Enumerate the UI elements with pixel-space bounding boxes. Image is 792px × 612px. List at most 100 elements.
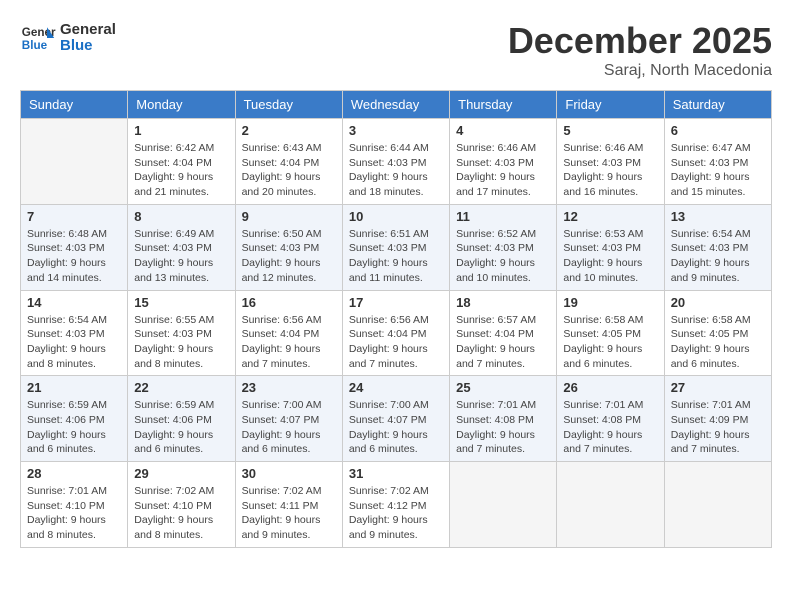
day-info: Sunrise: 6:46 AMSunset: 4:03 PMDaylight:… <box>563 141 657 200</box>
weekday-header-thursday: Thursday <box>450 91 557 119</box>
calendar-cell: 8 Sunrise: 6:49 AMSunset: 4:03 PMDaylight… <box>128 204 235 290</box>
day-info: Sunrise: 6:47 AMSunset: 4:03 PMDaylight:… <box>671 141 765 200</box>
calendar-cell: 9 Sunrise: 6:50 AMSunset: 4:03 PMDaylight… <box>235 204 342 290</box>
day-info: Sunrise: 6:49 AMSunset: 4:03 PMDaylight:… <box>134 227 228 286</box>
day-number: 15 <box>134 295 228 310</box>
calendar-week-row: 7 Sunrise: 6:48 AMSunset: 4:03 PMDaylight… <box>21 204 772 290</box>
day-info: Sunrise: 7:02 AMSunset: 4:12 PMDaylight:… <box>349 484 443 543</box>
day-info: Sunrise: 6:54 AMSunset: 4:03 PMDaylight:… <box>27 313 121 372</box>
day-info: Sunrise: 6:56 AMSunset: 4:04 PMDaylight:… <box>242 313 336 372</box>
day-info: Sunrise: 6:42 AMSunset: 4:04 PMDaylight:… <box>134 141 228 200</box>
day-number: 28 <box>27 466 121 481</box>
day-number: 22 <box>134 380 228 395</box>
calendar-cell: 24 Sunrise: 7:00 AMSunset: 4:07 PMDayligh… <box>342 376 449 462</box>
calendar-week-row: 1 Sunrise: 6:42 AMSunset: 4:04 PMDaylight… <box>21 119 772 205</box>
month-title: December 2025 <box>508 20 772 62</box>
logo-general: General <box>60 22 116 39</box>
day-info: Sunrise: 7:01 AMSunset: 4:08 PMDaylight:… <box>563 398 657 457</box>
header: General Blue General Blue December 2025 … <box>20 20 772 80</box>
calendar-cell: 31 Sunrise: 7:02 AMSunset: 4:12 PMDayligh… <box>342 462 449 548</box>
day-info: Sunrise: 7:01 AMSunset: 4:08 PMDaylight:… <box>456 398 550 457</box>
day-number: 10 <box>349 209 443 224</box>
day-info: Sunrise: 6:58 AMSunset: 4:05 PMDaylight:… <box>563 313 657 372</box>
calendar-cell: 2 Sunrise: 6:43 AMSunset: 4:04 PMDaylight… <box>235 119 342 205</box>
day-number: 12 <box>563 209 657 224</box>
day-number: 27 <box>671 380 765 395</box>
day-number: 8 <box>134 209 228 224</box>
day-info: Sunrise: 6:52 AMSunset: 4:03 PMDaylight:… <box>456 227 550 286</box>
day-number: 20 <box>671 295 765 310</box>
day-number: 26 <box>563 380 657 395</box>
day-info: Sunrise: 6:46 AMSunset: 4:03 PMDaylight:… <box>456 141 550 200</box>
logo-icon: General Blue <box>20 20 56 56</box>
day-number: 9 <box>242 209 336 224</box>
day-info: Sunrise: 6:48 AMSunset: 4:03 PMDaylight:… <box>27 227 121 286</box>
day-info: Sunrise: 6:50 AMSunset: 4:03 PMDaylight:… <box>242 227 336 286</box>
day-number: 3 <box>349 123 443 138</box>
calendar-week-row: 14 Sunrise: 6:54 AMSunset: 4:03 PMDayligh… <box>21 290 772 376</box>
day-info: Sunrise: 7:01 AMSunset: 4:09 PMDaylight:… <box>671 398 765 457</box>
calendar-cell <box>557 462 664 548</box>
day-info: Sunrise: 7:02 AMSunset: 4:10 PMDaylight:… <box>134 484 228 543</box>
calendar-week-row: 28 Sunrise: 7:01 AMSunset: 4:10 PMDayligh… <box>21 462 772 548</box>
day-info: Sunrise: 6:56 AMSunset: 4:04 PMDaylight:… <box>349 313 443 372</box>
day-info: Sunrise: 6:53 AMSunset: 4:03 PMDaylight:… <box>563 227 657 286</box>
calendar-cell: 14 Sunrise: 6:54 AMSunset: 4:03 PMDayligh… <box>21 290 128 376</box>
weekday-header-sunday: Sunday <box>21 91 128 119</box>
calendar-cell: 11 Sunrise: 6:52 AMSunset: 4:03 PMDayligh… <box>450 204 557 290</box>
calendar-cell: 19Sunrise: 6:58 AMSunset: 4:05 PMDayligh… <box>557 290 664 376</box>
day-number: 24 <box>349 380 443 395</box>
day-number: 14 <box>27 295 121 310</box>
calendar-cell: 23 Sunrise: 7:00 AMSunset: 4:07 PMDayligh… <box>235 376 342 462</box>
day-info: Sunrise: 7:01 AMSunset: 4:10 PMDaylight:… <box>27 484 121 543</box>
calendar-cell: 28 Sunrise: 7:01 AMSunset: 4:10 PMDayligh… <box>21 462 128 548</box>
logo: General Blue General Blue <box>20 20 116 56</box>
calendar-cell <box>21 119 128 205</box>
day-number: 1 <box>134 123 228 138</box>
day-info: Sunrise: 6:59 AMSunset: 4:06 PMDaylight:… <box>134 398 228 457</box>
day-number: 23 <box>242 380 336 395</box>
calendar-cell <box>450 462 557 548</box>
day-number: 16 <box>242 295 336 310</box>
calendar-cell: 25 Sunrise: 7:01 AMSunset: 4:08 PMDayligh… <box>450 376 557 462</box>
calendar-cell: 17Sunrise: 6:56 AMSunset: 4:04 PMDayligh… <box>342 290 449 376</box>
day-number: 11 <box>456 209 550 224</box>
calendar-cell: 1 Sunrise: 6:42 AMSunset: 4:04 PMDaylight… <box>128 119 235 205</box>
weekday-header-wednesday: Wednesday <box>342 91 449 119</box>
day-number: 2 <box>242 123 336 138</box>
day-info: Sunrise: 6:57 AMSunset: 4:04 PMDaylight:… <box>456 313 550 372</box>
calendar-cell: 5 Sunrise: 6:46 AMSunset: 4:03 PMDaylight… <box>557 119 664 205</box>
day-info: Sunrise: 7:02 AMSunset: 4:11 PMDaylight:… <box>242 484 336 543</box>
day-number: 21 <box>27 380 121 395</box>
day-number: 25 <box>456 380 550 395</box>
day-info: Sunrise: 7:00 AMSunset: 4:07 PMDaylight:… <box>242 398 336 457</box>
day-number: 5 <box>563 123 657 138</box>
day-info: Sunrise: 7:00 AMSunset: 4:07 PMDaylight:… <box>349 398 443 457</box>
calendar-cell: 12 Sunrise: 6:53 AMSunset: 4:03 PMDayligh… <box>557 204 664 290</box>
weekday-header-row: SundayMondayTuesdayWednesdayThursdayFrid… <box>21 91 772 119</box>
day-number: 18 <box>456 295 550 310</box>
calendar-cell: 6 Sunrise: 6:47 AMSunset: 4:03 PMDaylight… <box>664 119 771 205</box>
calendar-cell: 7 Sunrise: 6:48 AMSunset: 4:03 PMDaylight… <box>21 204 128 290</box>
calendar-cell: 13Sunrise: 6:54 AMSunset: 4:03 PMDayligh… <box>664 204 771 290</box>
day-number: 7 <box>27 209 121 224</box>
calendar-cell: 21Sunrise: 6:59 AMSunset: 4:06 PMDayligh… <box>21 376 128 462</box>
calendar-cell: 27 Sunrise: 7:01 AMSunset: 4:09 PMDayligh… <box>664 376 771 462</box>
location-subtitle: Saraj, North Macedonia <box>508 62 772 80</box>
calendar-cell: 18 Sunrise: 6:57 AMSunset: 4:04 PMDayligh… <box>450 290 557 376</box>
calendar-cell: 20Sunrise: 6:58 AMSunset: 4:05 PMDayligh… <box>664 290 771 376</box>
calendar-cell: 3Sunrise: 6:44 AMSunset: 4:03 PMDaylight… <box>342 119 449 205</box>
day-number: 29 <box>134 466 228 481</box>
calendar-cell: 29 Sunrise: 7:02 AMSunset: 4:10 PMDayligh… <box>128 462 235 548</box>
calendar-cell: 26 Sunrise: 7:01 AMSunset: 4:08 PMDayligh… <box>557 376 664 462</box>
calendar-cell: 15 Sunrise: 6:55 AMSunset: 4:03 PMDayligh… <box>128 290 235 376</box>
weekday-header-tuesday: Tuesday <box>235 91 342 119</box>
day-info: Sunrise: 6:51 AMSunset: 4:03 PMDaylight:… <box>349 227 443 286</box>
day-info: Sunrise: 6:43 AMSunset: 4:04 PMDaylight:… <box>242 141 336 200</box>
title-area: December 2025 Saraj, North Macedonia <box>508 20 772 80</box>
day-number: 6 <box>671 123 765 138</box>
day-number: 31 <box>349 466 443 481</box>
svg-text:Blue: Blue <box>22 39 48 52</box>
day-info: Sunrise: 6:55 AMSunset: 4:03 PMDaylight:… <box>134 313 228 372</box>
day-number: 30 <box>242 466 336 481</box>
